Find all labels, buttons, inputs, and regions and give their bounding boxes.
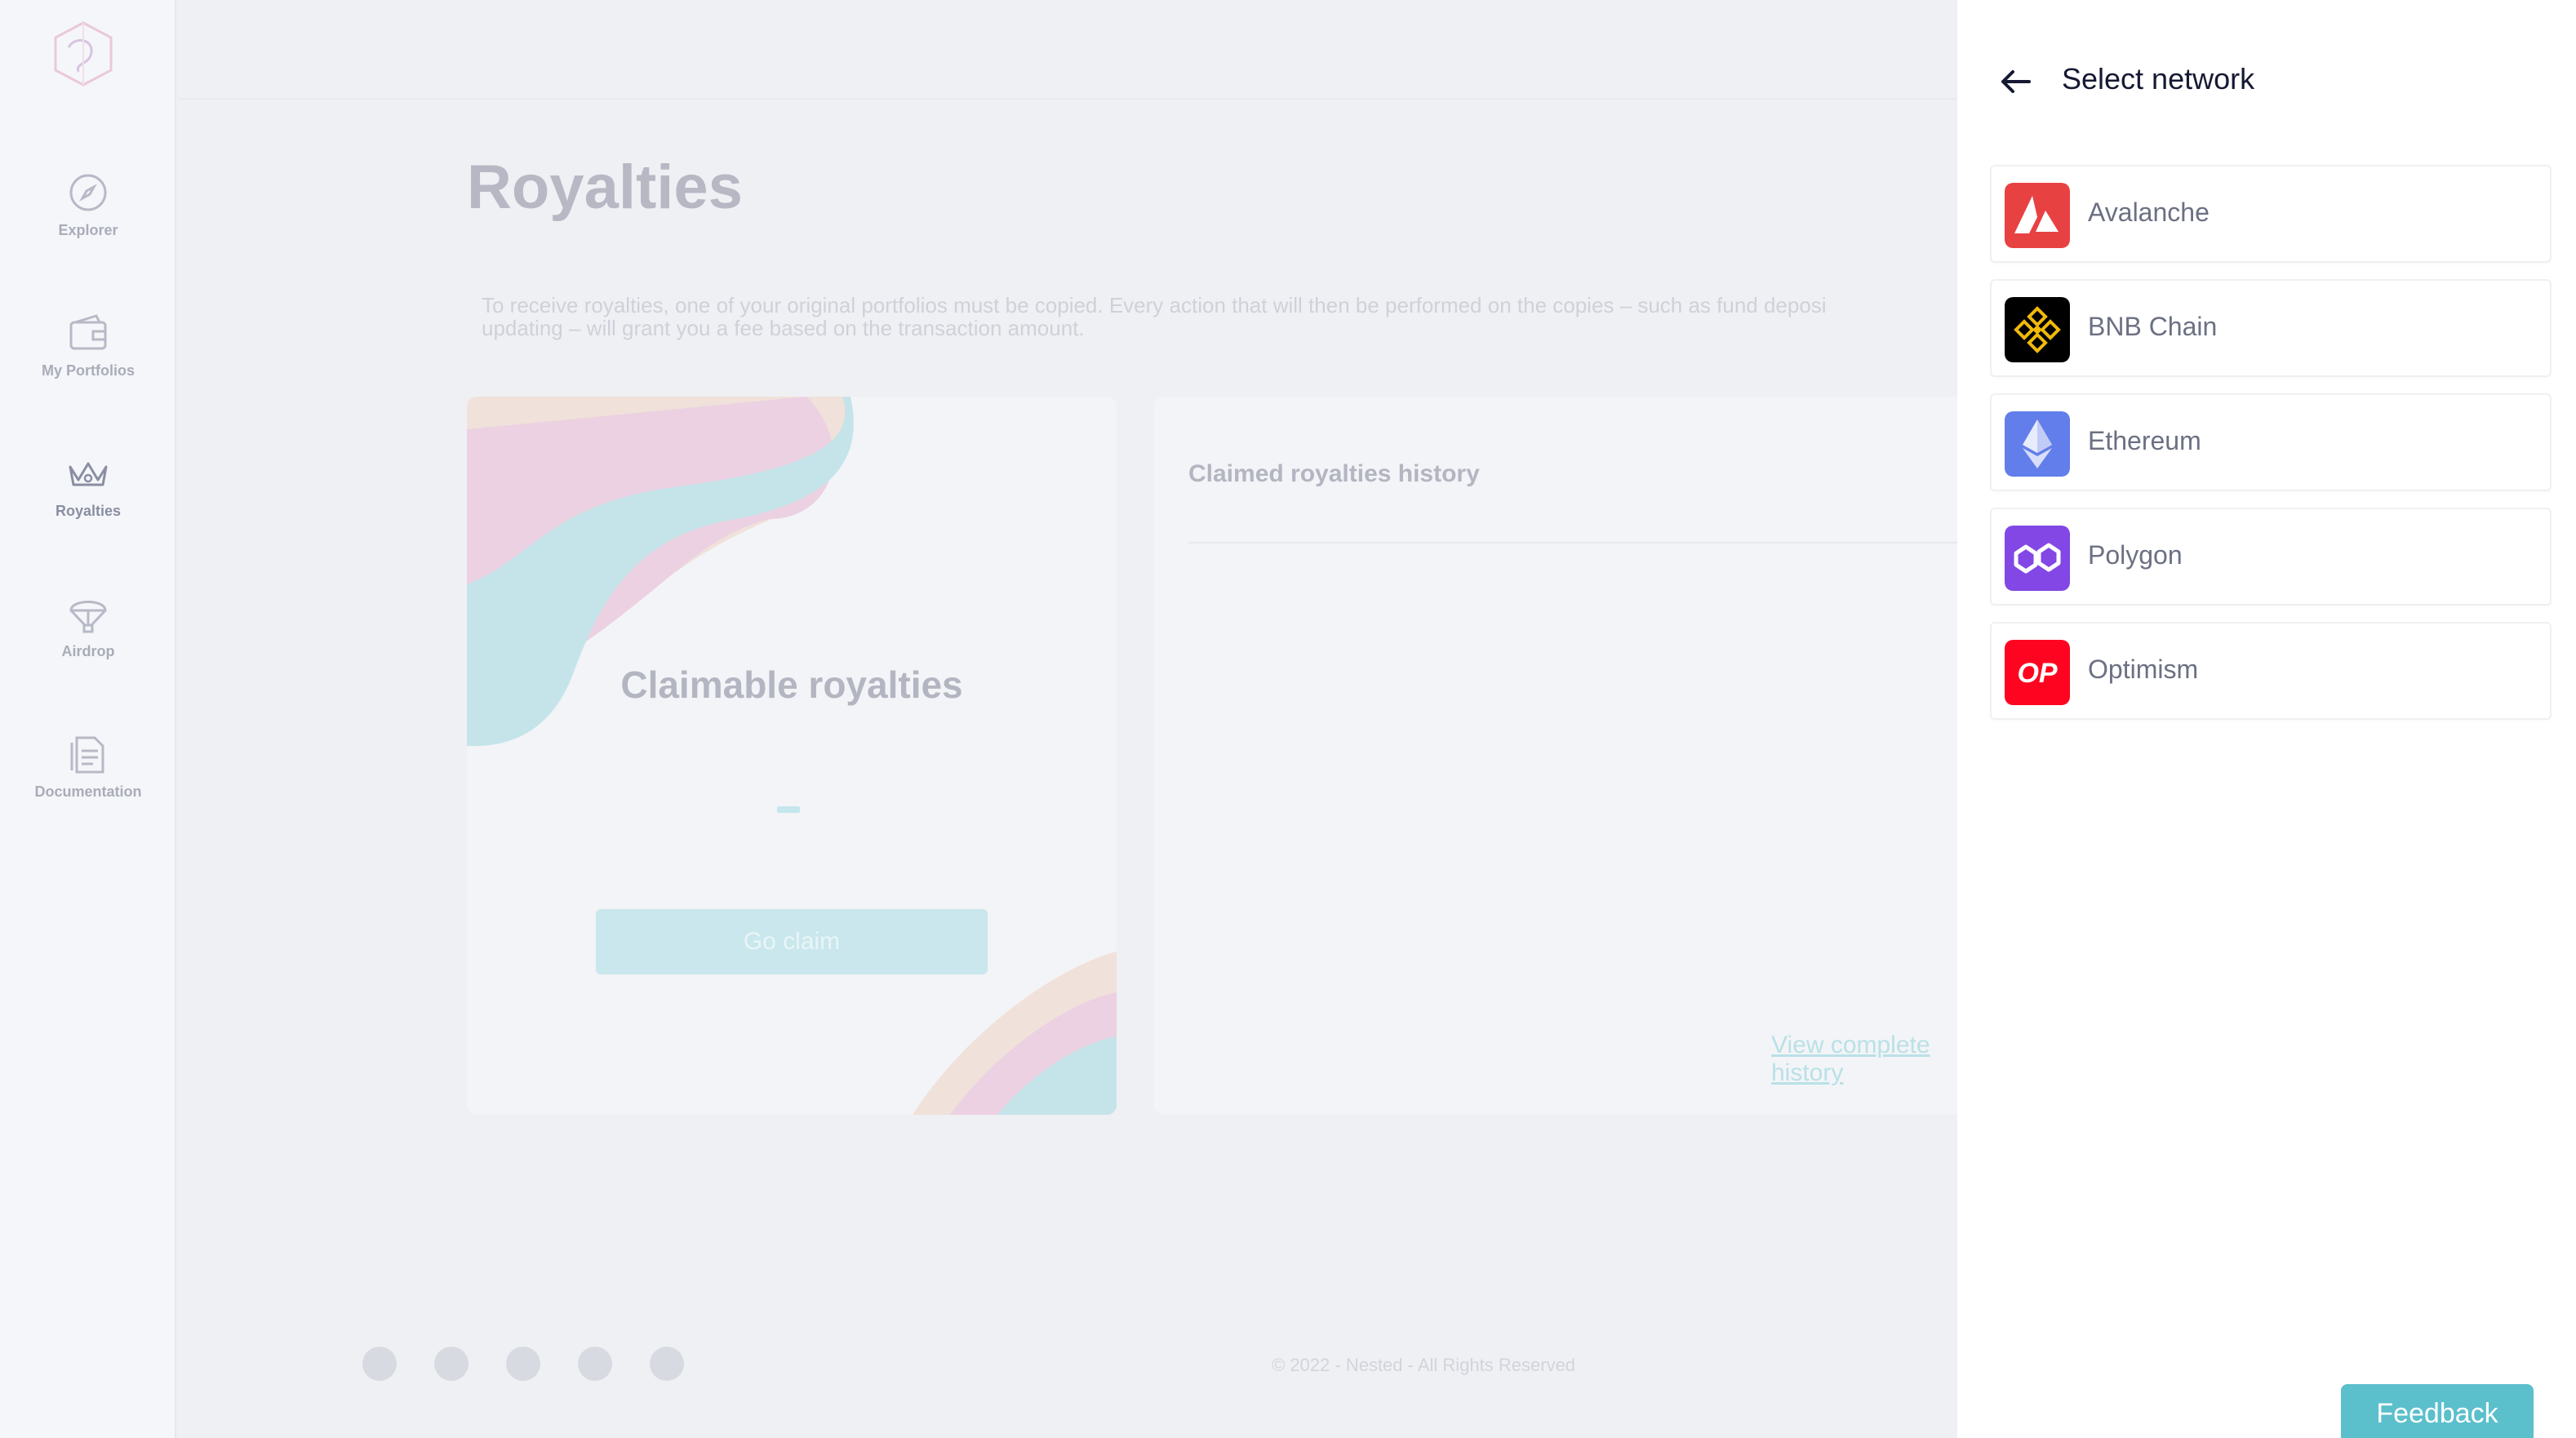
sidebar: Explorer My Portfolios Royalties Airdrop… (0, 0, 176, 1438)
sidebar-item-label: Airdrop (61, 643, 115, 659)
claimed-history-card: Claimed royalties history View complete … (1154, 397, 1970, 1115)
network-name: Ethereum (2088, 426, 2201, 455)
divider (1188, 542, 1970, 544)
network-name: Polygon (2088, 540, 2183, 570)
view-complete-history-link[interactable]: View complete history (1771, 1032, 1970, 1087)
drawer-title: Select network (2062, 62, 2255, 95)
crown-icon (69, 462, 108, 486)
network-name: Optimism (2088, 655, 2199, 684)
network-option-polygon[interactable]: Polygon (1990, 508, 2552, 606)
sidebar-item-label: My Portfolios (41, 362, 135, 379)
nested-logo[interactable] (51, 20, 116, 88)
twitter-icon[interactable] (362, 1347, 397, 1381)
sidebar-item-airdrop[interactable]: Airdrop (0, 593, 176, 660)
sidebar-item-my-portfolios[interactable]: My Portfolios (0, 312, 176, 379)
sidebar-item-documentation[interactable]: Documentation (0, 733, 176, 801)
main-content: Royalties To receive royalties, one of y… (178, 0, 1970, 1438)
document-icon (70, 736, 104, 774)
claimed-history-title: Claimed royalties history (1188, 460, 1480, 487)
telegram-icon[interactable] (434, 1347, 469, 1381)
copyright-text: © 2022 - Nested - All Rights Reserved (1272, 1355, 1576, 1375)
bnb-icon (2005, 297, 2070, 362)
network-name: BNB Chain (2088, 312, 2218, 341)
intro-text: To receive royalties, one of your origin… (482, 293, 1827, 340)
wallet-icon (69, 314, 107, 350)
polygon-icon (2005, 526, 2070, 591)
linkedin-icon[interactable] (650, 1347, 684, 1381)
sidebar-item-royalties[interactable]: Royalties (0, 452, 176, 520)
page-title: Royalties (467, 153, 743, 222)
parachute-icon (69, 601, 107, 633)
back-arrow-icon[interactable] (1996, 65, 2036, 98)
loading-indicator (777, 806, 800, 813)
network-name: Avalanche (2088, 198, 2210, 227)
sidebar-item-label: Documentation (34, 783, 142, 800)
discord-icon[interactable] (578, 1347, 612, 1381)
network-option-optimism[interactable]: OP Optimism (1990, 622, 2552, 720)
svg-text:OP: OP (2017, 658, 2057, 689)
sidebar-item-label: Explorer (58, 222, 118, 238)
topbar (178, 0, 1957, 100)
optimism-icon: OP (2005, 640, 2070, 705)
medium-icon[interactable] (506, 1347, 540, 1381)
feedback-button[interactable]: Feedback (2341, 1384, 2534, 1438)
network-option-ethereum[interactable]: Ethereum (1990, 393, 2552, 491)
rainbow-decoration (467, 397, 1117, 1115)
select-network-drawer: Select network Avalanche BNB Chain Ether… (1957, 0, 2576, 1438)
go-claim-button[interactable]: Go claim (596, 909, 988, 974)
compass-icon (69, 174, 107, 211)
network-option-bnb-chain[interactable]: BNB Chain (1990, 279, 2552, 377)
ethereum-icon (2005, 411, 2070, 477)
claimable-royalties-title: Claimable royalties (620, 664, 963, 706)
network-option-avalanche[interactable]: Avalanche (1990, 165, 2552, 263)
avalanche-icon (2005, 183, 2070, 248)
claimable-royalties-card: Claimable royalties Go claim (467, 397, 1117, 1115)
sidebar-item-label: Royalties (55, 503, 122, 519)
sidebar-item-explorer[interactable]: Explorer (0, 171, 176, 239)
